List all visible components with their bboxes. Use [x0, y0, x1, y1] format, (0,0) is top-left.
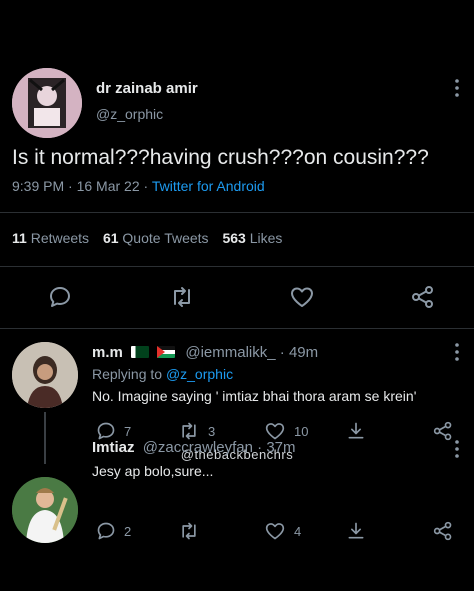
like-icon[interactable]: [289, 285, 315, 309]
quotes-count: 61: [102, 230, 119, 246]
tweet-time: 9:39 PM: [12, 178, 65, 194]
divider: [0, 328, 474, 329]
share-icon[interactable]: [346, 520, 366, 542]
quotes-label: Quote Tweets: [122, 230, 209, 246]
retweet-icon[interactable]: [178, 421, 200, 441]
share-network-icon[interactable]: [432, 521, 454, 541]
main-tweet: dr zainab amir @z_orphic Is it normal???…: [0, 0, 474, 330]
likes-stat[interactable]: 563 Likes: [222, 230, 282, 246]
retweets-stat[interactable]: 11 Retweets: [12, 230, 93, 246]
more-options-icon[interactable]: [452, 78, 462, 98]
like-icon[interactable]: [264, 521, 286, 541]
avatar[interactable]: [12, 342, 78, 408]
display-name[interactable]: m.m: [92, 344, 123, 361]
quotes-stat[interactable]: 61 Quote Tweets: [103, 230, 213, 246]
replying-prefix: Replying to: [92, 366, 163, 382]
handle[interactable]: @iemmalikk_: [185, 344, 275, 361]
reply-text: Jesy ap bolo,sure...: [92, 463, 214, 479]
handle[interactable]: @z_orphic: [96, 106, 163, 122]
likes-label: Likes: [249, 230, 283, 246]
retweets-count: 11: [12, 230, 27, 246]
share-network-icon[interactable]: [432, 421, 454, 441]
retweet-icon[interactable]: [169, 285, 195, 309]
palestine-flag-icon: [157, 346, 176, 358]
like-icon[interactable]: [264, 421, 286, 441]
tweet-source[interactable]: Twitter for Android: [152, 178, 265, 194]
retweet-count: 3: [208, 424, 216, 439]
reply-time: 49m: [288, 344, 319, 361]
pakistan-flag-icon: [131, 346, 150, 358]
likes-count: 563: [222, 230, 246, 246]
reply-header: m.m @iemmalikk_ · 49m: [92, 344, 319, 361]
reply-header: Imtiaz @zaccrawleyfan · 37m: [92, 439, 296, 456]
retweet-icon[interactable]: [178, 521, 200, 541]
more-options-icon[interactable]: [452, 439, 462, 459]
reply-tweet: Imtiaz @zaccrawleyfan · 37m Jesy ap bolo…: [0, 439, 474, 591]
reply-icon[interactable]: [48, 285, 72, 309]
tweet-text: Is it normal???having crush???on cousin?…: [12, 146, 429, 169]
avatar[interactable]: [12, 477, 78, 543]
replying-to: Replying to @z_orphic: [92, 366, 233, 382]
like-count: 10: [294, 424, 309, 439]
reply-icon[interactable]: [96, 521, 116, 541]
avatar[interactable]: [12, 68, 82, 138]
like-count: 4: [294, 524, 302, 539]
replying-handle[interactable]: @z_orphic: [166, 366, 233, 382]
handle[interactable]: @zaccrawleyfan: [143, 439, 253, 456]
tweet-meta: 9:39 PM · 16 Mar 22 · Twitter for Androi…: [12, 178, 265, 194]
reply-tweet: m.m @iemmalikk_ · 49m Replying to @z_orp…: [0, 330, 474, 464]
display-name[interactable]: dr zainab amir: [96, 80, 198, 97]
tweet-date: 16 Mar 22: [76, 178, 140, 194]
more-options-icon[interactable]: [452, 342, 462, 362]
retweets-label: Retweets: [30, 230, 90, 246]
divider: [0, 212, 474, 213]
display-name[interactable]: Imtiaz: [92, 439, 135, 456]
reply-count: 7: [124, 424, 132, 439]
reply-icon[interactable]: [96, 421, 116, 441]
share-icon[interactable]: [410, 285, 436, 309]
reply-count: 2: [124, 524, 132, 539]
reply-time: 37m: [266, 439, 296, 456]
reply-text: No. Imagine saying ' imtiaz bhai thora a…: [92, 388, 417, 404]
divider: [0, 266, 474, 267]
tweet-stats: 11 Retweets 61 Quote Tweets 563 Likes: [12, 230, 282, 246]
share-icon[interactable]: [346, 420, 366, 442]
